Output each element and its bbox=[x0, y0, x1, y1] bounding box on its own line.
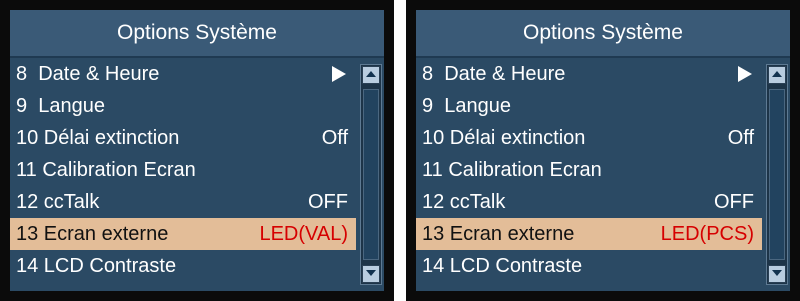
options-list: 8 Date & Heure 9 Langue 10 Délai extinct… bbox=[416, 58, 762, 282]
menu-title: Options Système bbox=[416, 10, 790, 58]
right-arrow-icon bbox=[332, 66, 346, 82]
menu-item-label: 8 Date & Heure bbox=[422, 63, 566, 85]
menu-item-langue[interactable]: 9 Langue bbox=[10, 90, 356, 122]
menu-item-calibration-ecran[interactable]: 11 Calibration Ecran bbox=[416, 154, 762, 186]
scrollbar[interactable] bbox=[766, 64, 788, 285]
menu-item-label: 14 LCD Contraste bbox=[16, 255, 177, 277]
scrollbar[interactable] bbox=[360, 64, 382, 285]
menu-item-value: LED(VAL) bbox=[259, 223, 348, 245]
menu-item-label: 11 Calibration Ecran bbox=[422, 159, 602, 181]
scroll-down-icon[interactable] bbox=[768, 265, 786, 283]
options-panel: Options Système 8 Date & Heure 9 Langue … bbox=[416, 10, 790, 291]
menu-item-delai-extinction[interactable]: 10 Délai extinction Off bbox=[416, 122, 762, 154]
scroll-up-icon[interactable] bbox=[768, 66, 786, 84]
scroll-up-icon[interactable] bbox=[362, 66, 380, 84]
menu-item-value: OFF bbox=[714, 191, 754, 213]
menu-title: Options Système bbox=[10, 10, 384, 58]
menu-item-value: Off bbox=[727, 127, 754, 149]
menu-item-label: 9 Langue bbox=[422, 95, 511, 117]
menu-item-cctalk[interactable]: 12 ccTalk OFF bbox=[10, 186, 356, 218]
menu-item-label: 10 Délai extinction bbox=[16, 127, 180, 149]
menu-item-label: 12 ccTalk bbox=[422, 191, 506, 213]
menu-item-delai-extinction[interactable]: 10 Délai extinction Off bbox=[10, 122, 356, 154]
menu-item-ecran-externe[interactable]: 13 Ecran externe LED(PCS) bbox=[416, 218, 762, 250]
device-screen-right: Options Système 8 Date & Heure 9 Langue … bbox=[406, 0, 800, 301]
menu-item-label: 10 Délai extinction bbox=[422, 127, 586, 149]
right-arrow-icon bbox=[738, 66, 752, 82]
menu-item-value: OFF bbox=[308, 191, 348, 213]
menu-item-label: 12 ccTalk bbox=[16, 191, 100, 213]
scroll-thumb[interactable] bbox=[769, 89, 785, 260]
menu-item-label: 14 LCD Contraste bbox=[422, 255, 583, 277]
menu-item-lcd-contraste[interactable]: 14 LCD Contraste bbox=[416, 250, 762, 282]
menu-item-date-heure[interactable]: 8 Date & Heure bbox=[10, 58, 356, 90]
menu-item-lcd-contraste[interactable]: 14 LCD Contraste bbox=[10, 250, 356, 282]
device-screen-left: Options Système 8 Date & Heure 9 Langue … bbox=[0, 0, 394, 301]
menu-item-ecran-externe[interactable]: 13 Ecran externe LED(VAL) bbox=[10, 218, 356, 250]
menu-item-label: 13 Ecran externe bbox=[422, 223, 575, 245]
options-panel: Options Système 8 Date & Heure 9 Langue … bbox=[10, 10, 384, 291]
scroll-down-icon[interactable] bbox=[362, 265, 380, 283]
menu-item-date-heure[interactable]: 8 Date & Heure bbox=[416, 58, 762, 90]
options-list: 8 Date & Heure 9 Langue 10 Délai extinct… bbox=[10, 58, 356, 282]
scroll-thumb[interactable] bbox=[363, 89, 379, 260]
menu-item-label: 13 Ecran externe bbox=[16, 223, 169, 245]
menu-item-calibration-ecran[interactable]: 11 Calibration Ecran bbox=[10, 154, 356, 186]
menu-item-value: Off bbox=[321, 127, 348, 149]
menu-item-label: 11 Calibration Ecran bbox=[16, 159, 196, 181]
menu-item-langue[interactable]: 9 Langue bbox=[416, 90, 762, 122]
menu-item-label: 9 Langue bbox=[16, 95, 105, 117]
menu-item-value: LED(PCS) bbox=[660, 223, 754, 245]
menu-item-label: 8 Date & Heure bbox=[16, 63, 160, 85]
menu-item-cctalk[interactable]: 12 ccTalk OFF bbox=[416, 186, 762, 218]
